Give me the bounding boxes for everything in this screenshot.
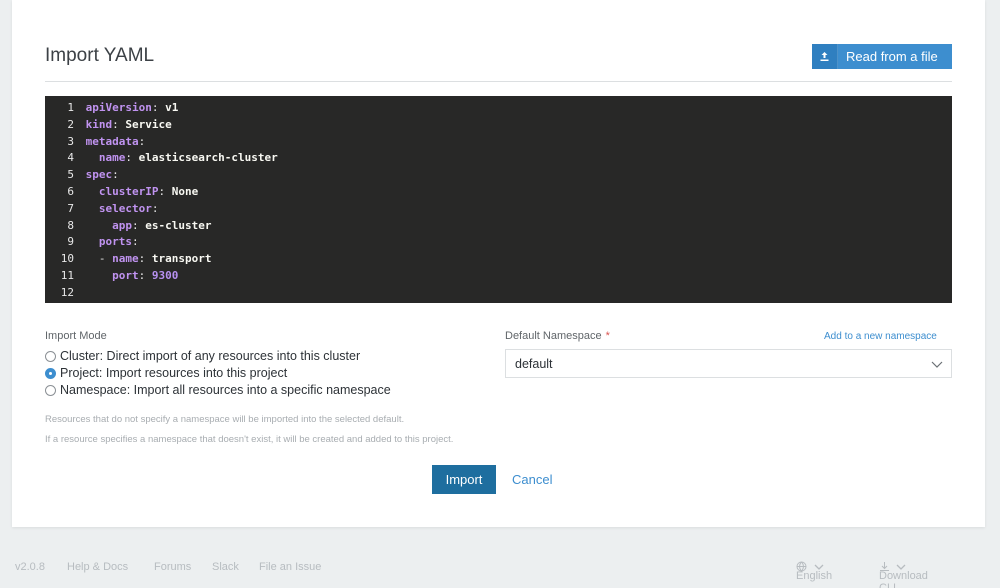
code-indent: - [85, 252, 113, 266]
header-divider [45, 81, 952, 82]
default-namespace-label: Default Namespace * [505, 330, 610, 342]
footer-version: v2.0.8 [15, 561, 45, 573]
line-number: 4 [67, 151, 74, 165]
line-number: 1 [67, 101, 74, 114]
yaml-value: 9300 [151, 268, 179, 282]
footer-language-label: English [796, 570, 833, 582]
code-line: 7 selector: [45, 201, 952, 218]
line-number: 2 [67, 117, 74, 131]
yaml-value: elasticsearch-cluster [138, 151, 278, 165]
namespace-selected-value: default [515, 356, 553, 371]
help-text-create: If a resource specifies a namespace that… [45, 434, 454, 445]
yaml-value: None [171, 184, 199, 198]
line-number: 9 [67, 235, 74, 249]
code-line: 12 [45, 285, 952, 302]
footer-help-docs-link[interactable]: Help & Docs [67, 561, 128, 573]
footer-download-label: Download CLI [879, 570, 928, 588]
line-number: 3 [67, 134, 74, 148]
read-from-file-label: Read from a file [846, 49, 938, 64]
line-number: 12 [60, 285, 74, 299]
default-namespace-label-text: Default Namespace [505, 330, 602, 342]
yaml-key: selector [98, 201, 152, 215]
line-number: 6 [67, 184, 74, 198]
import-yaml-card: Import YAML Read from a file 1 apiVersio… [12, 0, 985, 527]
code-line: 3 metadata: [45, 134, 952, 151]
yaml-value: v1 [165, 101, 179, 114]
radio-namespace[interactable]: Namespace: Import all resources into a s… [45, 383, 391, 397]
radio-namespace-button[interactable] [45, 384, 56, 396]
required-mark: * [605, 330, 610, 342]
yaml-key: kind [85, 117, 113, 131]
page-title: Import YAML [45, 45, 155, 66]
radio-cluster[interactable]: Cluster: Direct import of any resources … [45, 349, 360, 363]
radio-project[interactable]: Project: Import resources into this proj… [45, 366, 287, 380]
line-number: 10 [60, 252, 74, 266]
radio-project-button[interactable] [45, 367, 56, 379]
footer-forums-link[interactable]: Forums [154, 561, 191, 573]
code-line: 9 ports: [45, 234, 952, 251]
yaml-key: ports [98, 235, 132, 249]
upload-icon [812, 44, 838, 69]
code-line: 5 spec: [45, 167, 952, 184]
radio-namespace-label: Namespace: Import all resources into a s… [60, 383, 391, 397]
yaml-value: Service [125, 117, 172, 131]
line-number: 8 [67, 218, 74, 232]
import-button[interactable]: Import [432, 465, 496, 494]
footer-file-issue-link[interactable]: File an Issue [259, 561, 321, 573]
yaml-key: apiVersion [85, 101, 152, 114]
import-mode-label: Import Mode [45, 330, 107, 342]
yaml-key: name [112, 252, 139, 266]
yaml-key: spec [85, 168, 113, 182]
footer-language-select[interactable]: English [796, 561, 832, 582]
yaml-value: es-cluster [145, 218, 212, 232]
cancel-button[interactable]: Cancel [512, 465, 552, 494]
line-number: 11 [60, 268, 74, 282]
code-line: 11 port: 9300 [45, 268, 952, 285]
radio-cluster-label: Cluster: Direct import of any resources … [60, 349, 361, 363]
yaml-key: port [112, 268, 139, 282]
read-from-file-button[interactable]: Read from a file [812, 44, 952, 69]
radio-project-label: Project: Import resources into this proj… [60, 366, 288, 380]
line-number: 7 [67, 201, 74, 215]
add-new-namespace-link[interactable]: Add to a new namespace [824, 331, 937, 342]
footer-slack-link[interactable]: Slack [212, 561, 239, 573]
code-line: 4 name: elasticsearch-cluster [45, 150, 952, 167]
yaml-key: clusterIP [98, 184, 159, 198]
footer-download-cli[interactable]: Download CLI [879, 561, 928, 588]
radio-cluster-button[interactable] [45, 350, 56, 362]
code-line: 8 app: es-cluster [45, 218, 952, 235]
default-namespace-select[interactable]: default [505, 349, 952, 378]
help-text-default: Resources that do not specify a namespac… [45, 414, 405, 425]
yaml-key: app [112, 218, 132, 232]
yaml-value: transport [151, 252, 212, 266]
code-line: 2 kind: Service [45, 117, 952, 134]
line-number: 5 [67, 168, 74, 182]
footer: v2.0.8 Help & Docs Forums Slack File an … [0, 552, 1000, 588]
chevron-down-icon [931, 358, 943, 373]
yaml-key: metadata [85, 134, 139, 148]
yaml-editor[interactable]: 1 apiVersion: v1 2 kind: Service 3 metadat… [45, 96, 952, 303]
code-line: 10 - name: transport [45, 251, 952, 268]
code-line: 6 clusterIP: None [45, 184, 952, 201]
yaml-key: name [98, 151, 126, 165]
code-line: 1 apiVersion: v1 [45, 100, 952, 117]
